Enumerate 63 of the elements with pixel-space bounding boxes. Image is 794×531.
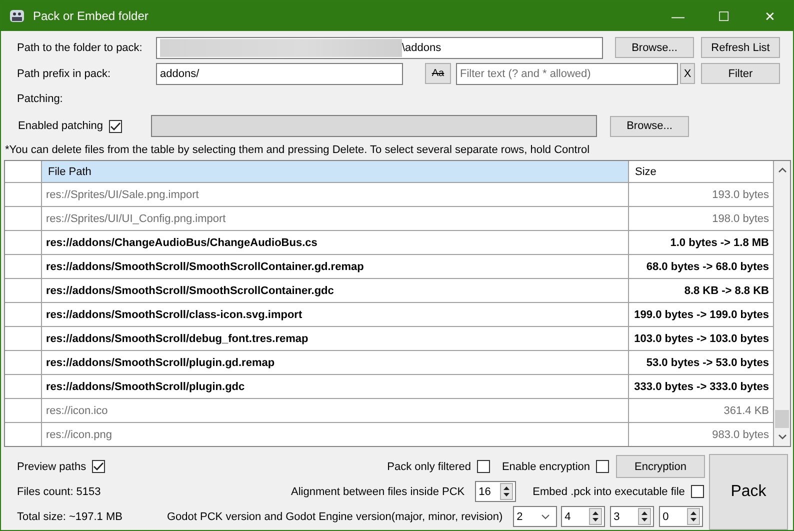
- table-cell: res://addons/SmoothScroll/SmoothScrollContainer.gd.remap: [42, 255, 629, 278]
- checkbox-label: Enable encryption: [502, 460, 590, 473]
- table-cell: res://addons/SmoothScroll/class-icon.svg.import: [42, 303, 629, 326]
- minimize-button[interactable]: —: [655, 1, 701, 31]
- chevron-down-icon: [540, 514, 550, 520]
- checkbox-label: Preview paths: [17, 460, 86, 473]
- checkbox[interactable]: [690, 485, 704, 498]
- number-spinner[interactable]: 16: [474, 481, 516, 502]
- patch-path-field[interactable]: [151, 115, 598, 138]
- table-cell: res://Sprites/UI/Sale.png.import: [42, 183, 629, 206]
- check-icon: [93, 462, 104, 472]
- files-count-text: Files count: 5153: [17, 486, 101, 498]
- checkbox[interactable]: [476, 460, 490, 474]
- checkbox-label: Enabled patching: [18, 120, 104, 132]
- scrollbar-thumb[interactable]: [775, 410, 789, 428]
- checkbox[interactable]: [92, 460, 106, 474]
- table-cell: res://Sprites/UI/UI_Config.png.import: [42, 207, 629, 230]
- total-size-text: Total size: ~197.1 MB: [17, 510, 122, 523]
- number-spinner[interactable]: 0: [658, 506, 703, 528]
- browse-button[interactable]: Browse...: [615, 37, 694, 58]
- window-title: Pack or Embed folder: [33, 9, 150, 23]
- column-header[interactable]: File Path: [42, 161, 629, 182]
- version-label: Godot PCK version and Godot Engine version(major, minor, revision): [167, 510, 503, 523]
- maximize-button[interactable]: ☐: [701, 1, 747, 31]
- filter-button[interactable]: Filter: [701, 63, 780, 84]
- checkbox-label: Pack only filtered: [387, 460, 471, 473]
- table-cell: res://addons/SmoothScroll/debug_font.tres.remap: [42, 327, 629, 350]
- checkbox[interactable]: [109, 120, 122, 133]
- scroll-down-icon[interactable]: [778, 434, 786, 440]
- version-select[interactable]: 2: [512, 506, 557, 528]
- encryption-button[interactable]: Encryption: [616, 455, 705, 478]
- close-button[interactable]: ✕: [747, 1, 793, 31]
- match-case-button[interactable]: Aa: [425, 63, 451, 84]
- filter-field[interactable]: Filter text (? and * allowed): [456, 62, 678, 85]
- spin-arrows-icon[interactable]: [588, 508, 602, 526]
- scrollbar[interactable]: [774, 161, 790, 446]
- table-cell: res://addons/SmoothScroll/plugin.gd.remap: [42, 351, 629, 374]
- spin-arrows-icon[interactable]: [686, 508, 700, 526]
- hint-text: *You can delete files from the table by selecting them and pressing Delete. To select several separate rows, hold Control: [4, 143, 591, 158]
- checkbox-label: Embed .pck into executable file: [532, 486, 685, 498]
- number-spinner[interactable]: 4: [560, 506, 605, 528]
- clear-filter-button[interactable]: X: [680, 63, 695, 84]
- table-cell: res://addons/SmoothScroll/plugin.gdc: [42, 375, 629, 398]
- check-icon: [110, 122, 122, 131]
- section-label: Patching:: [17, 93, 64, 106]
- prefix-field[interactable]: addons/: [156, 62, 403, 85]
- browse-button[interactable]: Browse...: [610, 116, 690, 137]
- app-icon: [9, 8, 25, 24]
- scroll-up-icon[interactable]: [778, 167, 786, 174]
- field-label: Path prefix in pack:: [17, 68, 112, 80]
- checkbox[interactable]: [596, 460, 609, 474]
- spinner-label: Alignment between files inside PCK: [291, 486, 465, 498]
- table-cell: res://icon.png: [42, 423, 629, 446]
- number-spinner[interactable]: 3: [610, 506, 654, 528]
- folder-path-field[interactable]: \addons: [156, 36, 603, 59]
- table-cell: res://addons/ChangeAudioBus/ChangeAudioBus.cs: [42, 231, 629, 254]
- pack-button[interactable]: Pack: [709, 454, 788, 530]
- refresh-list-button[interactable]: Refresh List: [701, 37, 780, 58]
- spin-arrows-icon[interactable]: [500, 483, 513, 500]
- table-cell: res://addons/SmoothScroll/SmoothScrollContainer.gdc: [42, 279, 629, 302]
- table-cell: res://icon.ico: [42, 399, 629, 422]
- spin-arrows-icon[interactable]: [638, 508, 651, 526]
- field-label: Path to the folder to pack:: [17, 42, 144, 54]
